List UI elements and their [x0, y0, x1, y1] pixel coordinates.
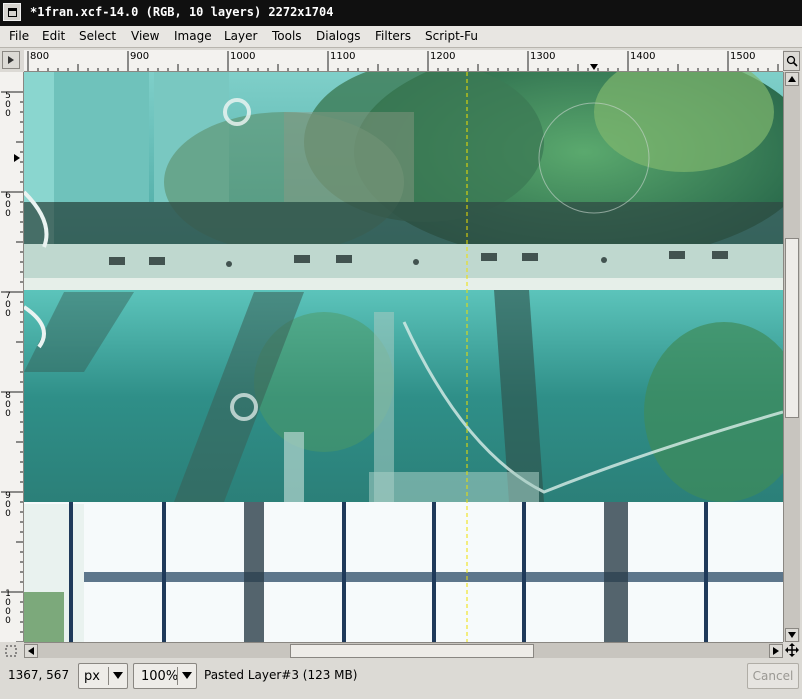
- menu-file[interactable]: File: [9, 29, 29, 43]
- ruler-label: 1500: [730, 51, 756, 62]
- arrow-up-icon: [788, 76, 796, 82]
- menu-edit[interactable]: Edit: [42, 29, 65, 43]
- quick-mask-icon: [5, 645, 17, 656]
- ruler-label: 900: [130, 51, 150, 62]
- navigate-move-icon: [784, 643, 799, 657]
- zoom-value: 100%: [141, 669, 179, 684]
- menu-filters[interactable]: Filters: [375, 29, 411, 43]
- navigate-button[interactable]: [783, 642, 800, 658]
- image-menu-button[interactable]: [2, 51, 20, 69]
- menu-image[interactable]: Image: [174, 29, 212, 43]
- ruler-label: 1100: [330, 51, 356, 62]
- vertical-scrollbar[interactable]: [783, 72, 800, 642]
- ruler-label: 1200: [430, 51, 456, 62]
- chevron-down-icon: [182, 672, 192, 679]
- window-titlebar[interactable]: *1fran.xcf-14.0 (RGB, 10 layers) 2272x17…: [0, 0, 802, 26]
- unit-select[interactable]: px: [78, 663, 128, 689]
- chevron-down-icon: [113, 672, 123, 679]
- ruler-label: 1300: [530, 51, 556, 62]
- scroll-left-button[interactable]: [24, 644, 38, 658]
- ruler-label: 500: [5, 91, 11, 119]
- menu-layer[interactable]: Layer: [224, 29, 257, 43]
- menu-tools[interactable]: Tools: [272, 29, 302, 43]
- menu-view[interactable]: View: [131, 29, 159, 43]
- unit-value: px: [84, 669, 100, 684]
- window-title: *1fran.xcf-14.0 (RGB, 10 layers) 2272x17…: [30, 5, 334, 19]
- ruler-label: 600: [5, 191, 11, 219]
- vertical-scroll-thumb[interactable]: [785, 238, 799, 418]
- ruler-label: 1000: [230, 51, 256, 62]
- scroll-down-button[interactable]: [785, 628, 799, 642]
- arrow-down-icon: [788, 632, 796, 638]
- active-layer-info: Pasted Layer#3 (123 MB): [204, 668, 358, 682]
- pointer-position-marker-icon: [590, 64, 598, 70]
- ruler-label: 1400: [630, 51, 656, 62]
- scroll-right-button[interactable]: [769, 644, 783, 658]
- arrow-right-icon: [773, 647, 779, 655]
- window-menu-icon[interactable]: [3, 3, 21, 21]
- statusbar: 1367, 567 px 100% Pasted Layer#3 (123 MB…: [0, 659, 802, 699]
- ruler-label: 1000: [5, 589, 11, 626]
- ruler-label: 800: [5, 391, 11, 419]
- zoom-image-button[interactable]: [783, 51, 800, 71]
- magnifier-icon: [786, 55, 798, 67]
- horizontal-ruler[interactable]: 800 900 1000 1100 1200 1300 1400 1500: [24, 50, 783, 72]
- menu-script-fu[interactable]: Script-Fu: [425, 29, 478, 43]
- menu-dialogs[interactable]: Dialogs: [316, 29, 360, 43]
- horizontal-scroll-thumb[interactable]: [290, 644, 534, 658]
- menubar: File Edit Select View Image Layer Tools …: [0, 26, 802, 48]
- ruler-label: 900: [5, 491, 11, 519]
- horizontal-scrollbar[interactable]: [24, 642, 783, 658]
- cancel-button[interactable]: Cancel: [747, 663, 799, 689]
- vertical-ruler[interactable]: 500 600 700 800 900 1000: [0, 72, 24, 642]
- menu-arrow-icon: [8, 56, 14, 64]
- arrow-left-icon: [28, 647, 34, 655]
- quick-mask-toggle[interactable]: [2, 643, 20, 658]
- pointer-coordinates: 1367, 567: [8, 668, 70, 682]
- menu-select[interactable]: Select: [79, 29, 116, 43]
- ruler-label: 700: [5, 291, 11, 319]
- scroll-up-button[interactable]: [785, 72, 799, 86]
- ruler-label: 800: [30, 51, 50, 62]
- image-canvas[interactable]: [24, 72, 783, 642]
- layer-composite: [24, 72, 783, 642]
- pointer-position-marker-icon: [14, 154, 20, 162]
- vertical-ruler-ticks: [1, 91, 23, 642]
- zoom-select[interactable]: 100%: [133, 663, 197, 689]
